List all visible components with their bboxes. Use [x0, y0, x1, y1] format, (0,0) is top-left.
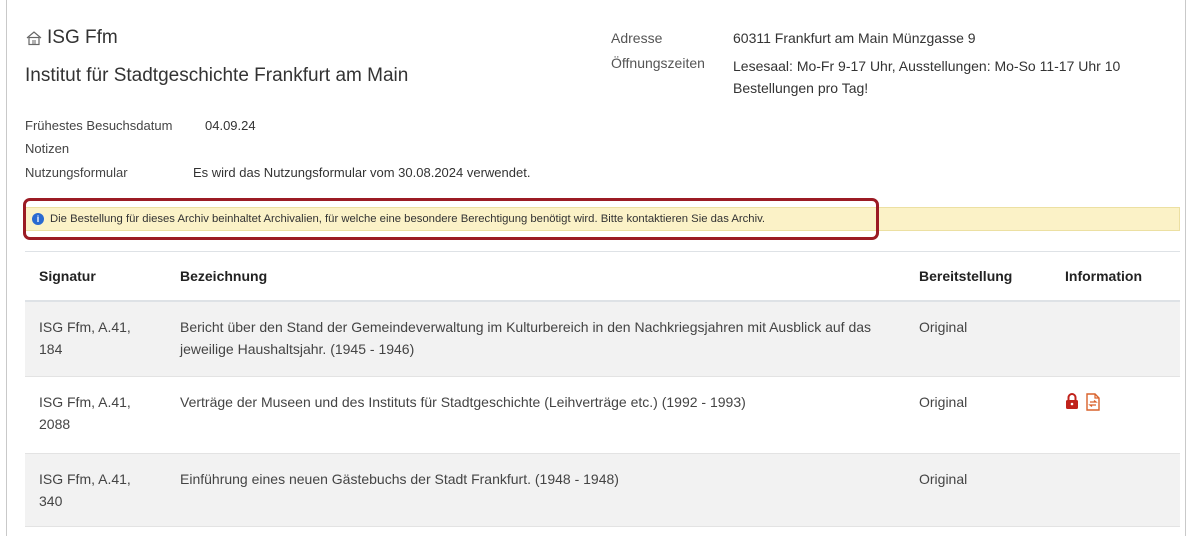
cell-information	[1051, 453, 1180, 527]
table-row: ISG Ffm, A.41, 340 Einführung eines neue…	[25, 453, 1180, 527]
cell-signatur: ISG Ffm, A.41, 340	[25, 453, 166, 527]
col-header-bereitstellung: Bereitstellung	[905, 251, 1051, 302]
cell-bezeichnung: Verträge der Museen und des Instituts fü…	[166, 376, 905, 454]
archive-title: ISG Ffm	[25, 27, 118, 49]
notes-label: Notizen	[25, 141, 70, 156]
visit-date-label: Frühestes Besuchsdatum	[25, 118, 173, 133]
opening-hours-value: Lesesaal: Mo-Fr 9-17 Uhr, Ausstellungen:…	[733, 58, 1121, 96]
visit-date-value: 04.09.24	[205, 118, 256, 133]
address-value: 60311 Frankfurt am Main Münzgasse 9	[733, 30, 976, 46]
usage-form-value: Es wird das Nutzungsformular vom 30.08.2…	[193, 165, 531, 180]
cell-bereitstellung: Original	[905, 301, 1051, 377]
table-row: ISG Ffm, A.41, 2088 Verträge der Museen …	[25, 376, 1180, 454]
cell-bezeichnung: Einführung eines neuen Gästebuchs der St…	[166, 453, 905, 527]
table-row: ISG Ffm, A.41, 184 Bericht über den Stan…	[25, 301, 1180, 377]
opening-hours-label: Öffnungszeiten	[611, 55, 705, 71]
cell-bereitstellung: Original	[905, 453, 1051, 527]
lock-icon[interactable]	[1065, 393, 1079, 410]
order-table: Signatur Bezeichnung Bereitstellung Info…	[25, 251, 1180, 527]
col-header-information: Information	[1051, 251, 1180, 302]
document-swap-icon[interactable]	[1085, 393, 1101, 411]
usage-form-label: Nutzungsformular	[25, 165, 128, 180]
archive-subtitle: Institut für Stadtgeschichte Frankfurt a…	[25, 65, 409, 86]
col-header-bezeichnung: Bezeichnung	[166, 251, 905, 302]
col-header-signatur: Signatur	[25, 251, 166, 302]
cell-bereitstellung: Original	[905, 376, 1051, 454]
alert-highlight-box	[23, 198, 879, 240]
cell-signatur: ISG Ffm, A.41, 184	[25, 301, 166, 377]
cell-information	[1051, 301, 1180, 377]
cell-information	[1051, 376, 1180, 454]
cell-signatur: ISG Ffm, A.41, 2088	[25, 376, 166, 454]
address-label: Adresse	[611, 30, 663, 46]
home-icon	[26, 31, 42, 46]
archive-title-text: ISG Ffm	[47, 27, 118, 48]
cell-bezeichnung: Bericht über den Stand der Gemeindeverwa…	[166, 301, 905, 377]
